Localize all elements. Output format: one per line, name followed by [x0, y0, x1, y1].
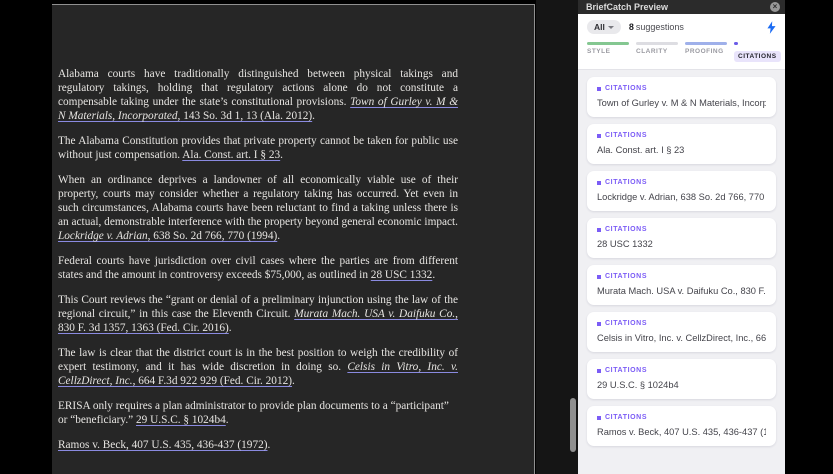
text-run: .: [268, 439, 271, 451]
panel-controls: All 8suggestions: [578, 14, 785, 37]
tab-proofing[interactable]: PROOFING: [685, 42, 727, 63]
tab-style[interactable]: STYLE: [587, 42, 629, 63]
card-category: CITATIONS: [597, 179, 766, 186]
card-category: CITATIONS: [597, 132, 766, 139]
tab-label: STYLE: [587, 48, 629, 55]
citation-link[interactable]: 143 So. 3d 1, 13 (Ala. 2012): [180, 110, 312, 122]
suggestion-card[interactable]: CITATIONS Town of Gurley v. M & N Materia…: [587, 77, 776, 117]
card-category: CITATIONS: [597, 367, 766, 374]
close-icon[interactable]: ×: [770, 2, 780, 12]
text-run: .: [312, 110, 315, 122]
card-category-label: CITATIONS: [605, 320, 647, 327]
citation-link[interactable]: Lockridge v. Adrian: [58, 230, 148, 242]
citation-link[interactable]: 28 USC 1332: [371, 269, 433, 281]
panel-header: BriefCatch Preview ×: [578, 0, 785, 14]
suggestion-card[interactable]: CITATIONS 28 USC 1332: [587, 218, 776, 258]
category-dot-icon: [597, 87, 601, 91]
category-dot-icon: [597, 322, 601, 326]
text-run: When an ordinance deprives a landowner o…: [58, 174, 458, 228]
tab-progress-bar: [685, 42, 727, 45]
document-paragraph: When an ordinance deprives a landowner o…: [58, 173, 458, 243]
card-category: CITATIONS: [597, 85, 766, 92]
lightning-bolt-icon[interactable]: [767, 21, 776, 34]
suggestion-card[interactable]: CITATIONS Murata Mach. USA v. Daifuku Co.…: [587, 265, 776, 305]
card-citation-text: 28 USC 1332: [597, 239, 766, 249]
citation-link[interactable]: 29 U.S.C. § 1024b4: [136, 414, 226, 426]
suggestion-count-number: 8: [629, 22, 634, 32]
tab-progress-bar: [636, 42, 678, 45]
suggestion-count: 8suggestions: [629, 22, 684, 32]
category-dot-icon: [597, 369, 601, 373]
panel-tabs: STYLE CLARITY PROOFING CITATIONS: [578, 37, 785, 70]
citation-link[interactable]: , 664 F.3d 922 929 (Fed. Cir. 2012): [133, 375, 292, 387]
citation-link[interactable]: Ala. Const. art. I § 23: [182, 149, 280, 161]
card-citation-text: Celsis in Vitro, Inc. v. CellzDirect, In…: [597, 333, 766, 343]
document-paragraph: The Alabama Constitution provides that p…: [58, 134, 458, 162]
document-paragraph: Ramos v. Beck, 407 U.S. 435, 436-437 (19…: [58, 438, 458, 452]
citation-link[interactable]: , 638 So. 2d 766, 770 (1994): [148, 230, 278, 242]
tab-citations[interactable]: CITATIONS: [734, 42, 776, 63]
citation-link[interactable]: Ramos v. Beck, 407 U.S. 435, 436-437 (19…: [58, 439, 268, 451]
document-text: Alabama courts have traditionally distin…: [58, 67, 458, 463]
text-run: .: [226, 414, 229, 426]
suggestion-count-suffix: suggestions: [636, 22, 684, 32]
suggestion-card[interactable]: CITATIONS Ala. Const. art. I § 23: [587, 124, 776, 164]
briefcatch-panel: BriefCatch Preview × All 8suggestions ST…: [578, 0, 785, 474]
citation-link[interactable]: Murata Mach. USA v. Daifuku Co.: [294, 308, 455, 320]
document-paragraph: This Court reviews the “grant or denial …: [58, 293, 458, 335]
card-category: CITATIONS: [597, 414, 766, 421]
panel-title: BriefCatch Preview: [586, 2, 668, 12]
tab-clarity[interactable]: CLARITY: [636, 42, 678, 63]
card-citation-text: Ala. Const. art. I § 23: [597, 145, 766, 155]
category-dot-icon: [597, 181, 601, 185]
text-run: ERISA only requires a plan administrator…: [58, 400, 449, 426]
category-dot-icon: [597, 275, 601, 279]
document-paragraph: Federal courts have jurisdiction over ci…: [58, 254, 458, 282]
card-citation-text: Lockridge v. Adrian, 638 So. 2d 766, 770…: [597, 192, 766, 202]
text-run: .: [229, 322, 232, 334]
suggestion-card[interactable]: CITATIONS 29 U.S.C. § 1024b4: [587, 359, 776, 399]
suggestion-card[interactable]: CITATIONS Celsis in Vitro, Inc. v. CellzD…: [587, 312, 776, 352]
tab-label: CITATIONS: [734, 51, 781, 62]
tab-progress-bar: [734, 42, 738, 45]
text-run: .: [292, 375, 295, 387]
suggestion-card[interactable]: CITATIONS Ramos v. Beck, 407 U.S. 435, 43…: [587, 406, 776, 446]
card-category: CITATIONS: [597, 320, 766, 327]
document-paragraph: ERISA only requires a plan administrator…: [58, 399, 458, 427]
category-dot-icon: [597, 416, 601, 420]
document-scrollbar-thumb[interactable]: [570, 398, 576, 452]
filter-selected-value: All: [594, 22, 605, 32]
category-dot-icon: [597, 228, 601, 232]
tab-label: PROOFING: [685, 48, 727, 55]
card-category-label: CITATIONS: [605, 414, 647, 421]
text-run: .: [277, 230, 280, 242]
card-category: CITATIONS: [597, 273, 766, 280]
card-category-label: CITATIONS: [605, 179, 647, 186]
suggestion-list: CITATIONS Town of Gurley v. M & N Materia…: [578, 70, 785, 474]
card-category-label: CITATIONS: [605, 226, 647, 233]
card-citation-text: Town of Gurley v. M & N Materials, Incor…: [597, 98, 766, 108]
text-run: .: [432, 269, 435, 281]
card-category-label: CITATIONS: [605, 132, 647, 139]
card-citation-text: Murata Mach. USA v. Daifuku Co., 830 F. …: [597, 286, 766, 296]
tab-label: CLARITY: [636, 48, 678, 55]
card-category-label: CITATIONS: [605, 85, 647, 92]
filter-dropdown[interactable]: All: [587, 20, 621, 34]
suggestion-card[interactable]: CITATIONS Lockridge v. Adrian, 638 So. 2d…: [587, 171, 776, 211]
card-category: CITATIONS: [597, 226, 766, 233]
document-paragraph: Alabama courts have traditionally distin…: [58, 67, 458, 123]
card-category-label: CITATIONS: [605, 273, 647, 280]
card-citation-text: Ramos v. Beck, 407 U.S. 435, 436-437 (1.…: [597, 427, 766, 437]
text-run: .: [280, 149, 283, 161]
document-page: Alabama courts have traditionally distin…: [52, 4, 535, 474]
tab-progress-bar: [587, 42, 629, 45]
card-citation-text: 29 U.S.C. § 1024b4: [597, 380, 766, 390]
chevron-down-icon: [608, 26, 614, 29]
document-paragraph: The law is clear that the district court…: [58, 346, 458, 388]
card-category-label: CITATIONS: [605, 367, 647, 374]
category-dot-icon: [597, 134, 601, 138]
